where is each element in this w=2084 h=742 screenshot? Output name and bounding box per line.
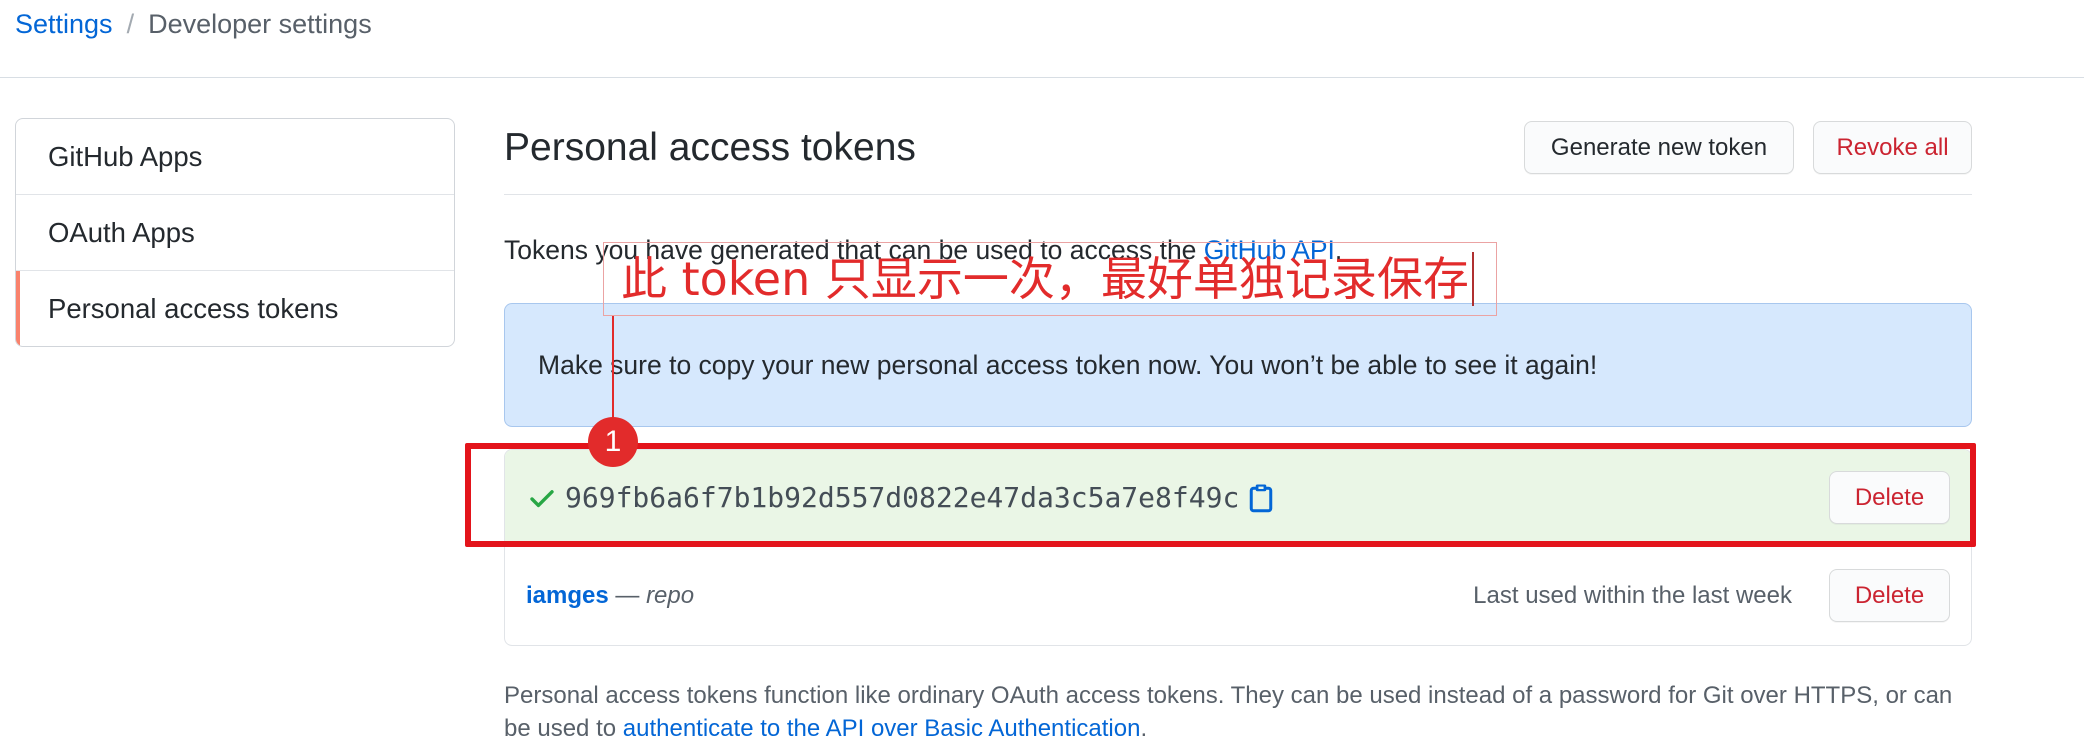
delete-token-button[interactable]: Delete [1829,569,1950,622]
token-list: 969fb6a6f7b1b92d557d0822e47da3c5a7e8f49c… [504,449,1972,646]
annotation-note: 此 token 只显示一次，最好单独记录保存 [621,252,1469,306]
token-separator: — [608,581,647,609]
basic-auth-link[interactable]: authenticate to the API over Basic Authe… [623,715,1141,742]
revoke-all-button[interactable]: Revoke all [1813,121,1972,174]
breadcrumb-current: Developer settings [148,9,372,39]
flash-message: Make sure to copy your new personal acce… [538,349,1598,380]
sidebar-item-label: GitHub Apps [48,140,203,172]
token-value: 969fb6a6f7b1b92d557d0822e47da3c5a7e8f49c [565,481,1240,514]
generate-new-token-button[interactable]: Generate new token [1524,121,1794,174]
annotation-callout: 此 token 只显示一次，最好单独记录保存 [603,242,1497,316]
breadcrumb: Settings / Developer settings [15,7,372,41]
annotation-connector-line [612,316,614,420]
developer-settings-sidebar: GitHub Apps OAuth Apps Personal access t… [15,118,455,347]
title-divider [504,194,1972,195]
token-scope: repo [646,581,695,609]
breadcrumb-settings-link[interactable]: Settings [15,7,113,41]
header-divider [0,77,2084,78]
step-badge: 1 [588,417,638,467]
sidebar-item-oauth-apps[interactable]: OAuth Apps [16,194,454,270]
check-icon [526,482,558,514]
step-badge-number: 1 [604,425,622,458]
token-last-used: Last used within the last week [1473,581,1792,609]
sidebar-item-github-apps[interactable]: GitHub Apps [16,119,454,194]
token-row: iamges — repo Last used within the last … [505,545,1971,645]
sidebar-item-label: OAuth Apps [48,216,195,248]
copy-token-flash-notice: Make sure to copy your new personal acce… [504,303,1972,427]
token-description: iamges — repo [526,582,694,610]
token-name-link[interactable]: iamges [526,582,609,609]
clipboard-icon[interactable] [1249,483,1273,513]
selected-indicator [16,271,20,346]
footer-note-suffix: . [1140,715,1148,742]
check-icon-graphic [530,489,554,507]
footer-note: Personal access tokens function like ord… [504,679,1984,742]
new-token-row: 969fb6a6f7b1b92d557d0822e47da3c5a7e8f49c… [505,450,1971,545]
sidebar-item-label: Personal access tokens [48,292,339,324]
delete-token-button[interactable]: Delete [1829,471,1950,524]
sidebar-item-personal-access-tokens[interactable]: Personal access tokens [16,270,454,346]
clipboard-icon-graphic [1250,484,1273,512]
page-title: Personal access tokens [504,126,916,169]
text-cursor [1471,252,1474,306]
breadcrumb-separator: / [126,9,135,39]
